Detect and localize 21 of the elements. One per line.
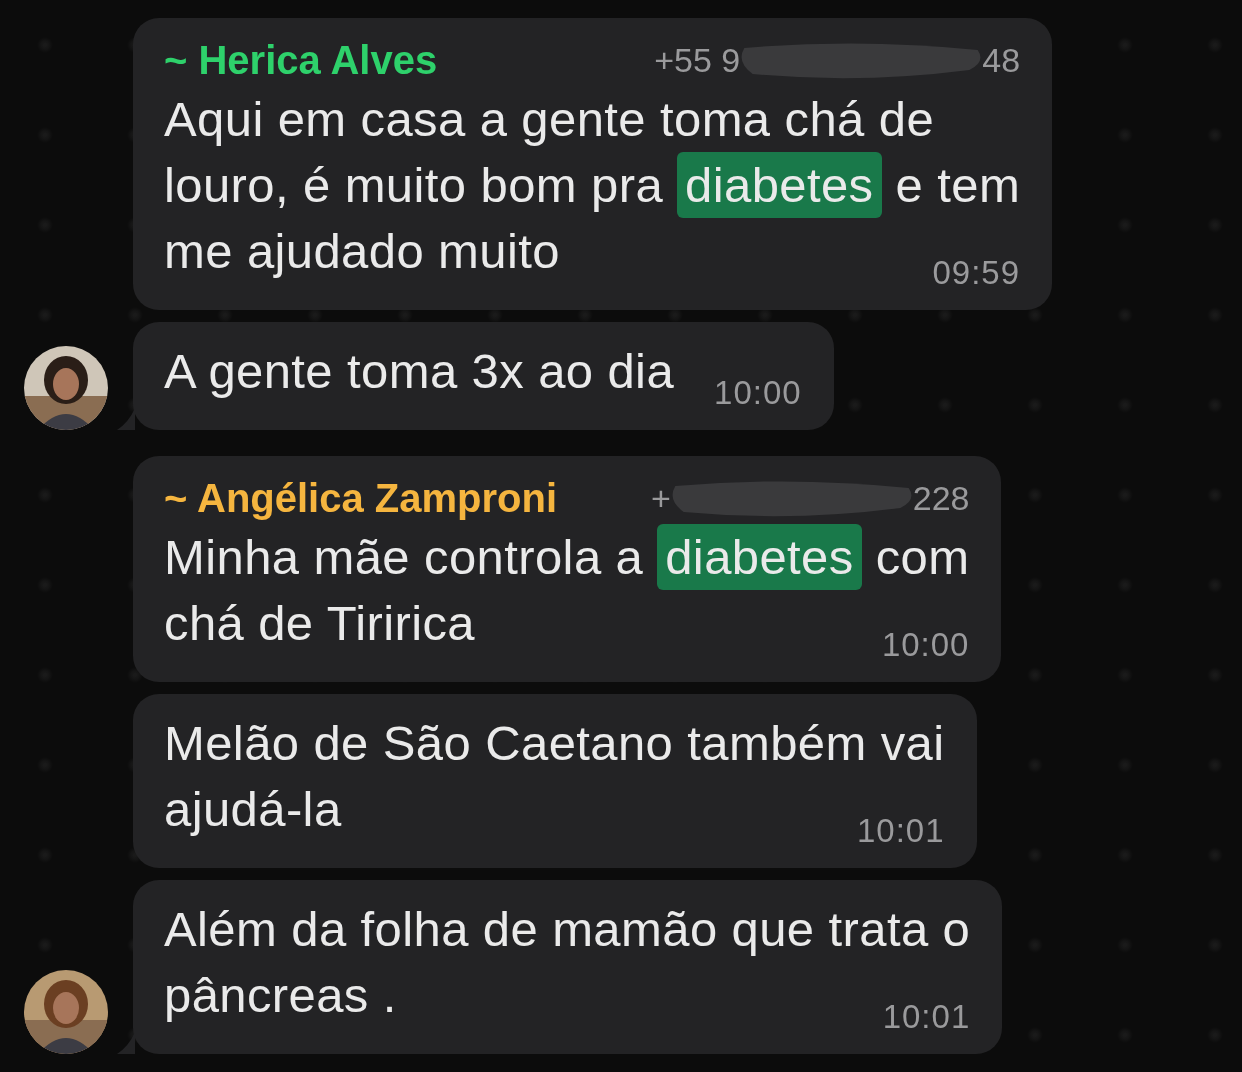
- phone-number: 48: [982, 40, 1021, 80]
- message-text: Melão de São Caetano também vai: [164, 715, 945, 772]
- message-time: 10:00: [880, 625, 970, 665]
- message-text: A gente toma 3x ao dia: [164, 343, 675, 400]
- message-time: 10:00: [713, 373, 802, 413]
- message-text: ajudá-la: [164, 781, 342, 838]
- message-time: 10:01: [855, 811, 945, 851]
- message-text: Aqui em casa a gente toma chá de: [164, 91, 935, 148]
- sender-name[interactable]: ~ Herica Alves: [164, 37, 438, 83]
- message-text: me ajudado muito: [164, 223, 560, 280]
- message-text: pâncreas .: [164, 967, 397, 1024]
- message-time: 10:01: [881, 997, 971, 1037]
- message-text: Além da folha de mamão que trata o: [164, 901, 971, 958]
- message-text: chá de Tiririca: [164, 595, 475, 652]
- phone-number: +55 9: [654, 40, 741, 80]
- message-time: 09:59: [931, 253, 1021, 293]
- sender-name[interactable]: ~ Angélica Zamproni: [164, 475, 558, 521]
- phone-number: 228: [912, 478, 970, 518]
- message-text: Minha mãe controla a diabetes com: [164, 524, 970, 590]
- phone-number: +: [650, 478, 671, 518]
- message-text: louro, é muito bom pra diabetes e tem: [164, 152, 1021, 218]
